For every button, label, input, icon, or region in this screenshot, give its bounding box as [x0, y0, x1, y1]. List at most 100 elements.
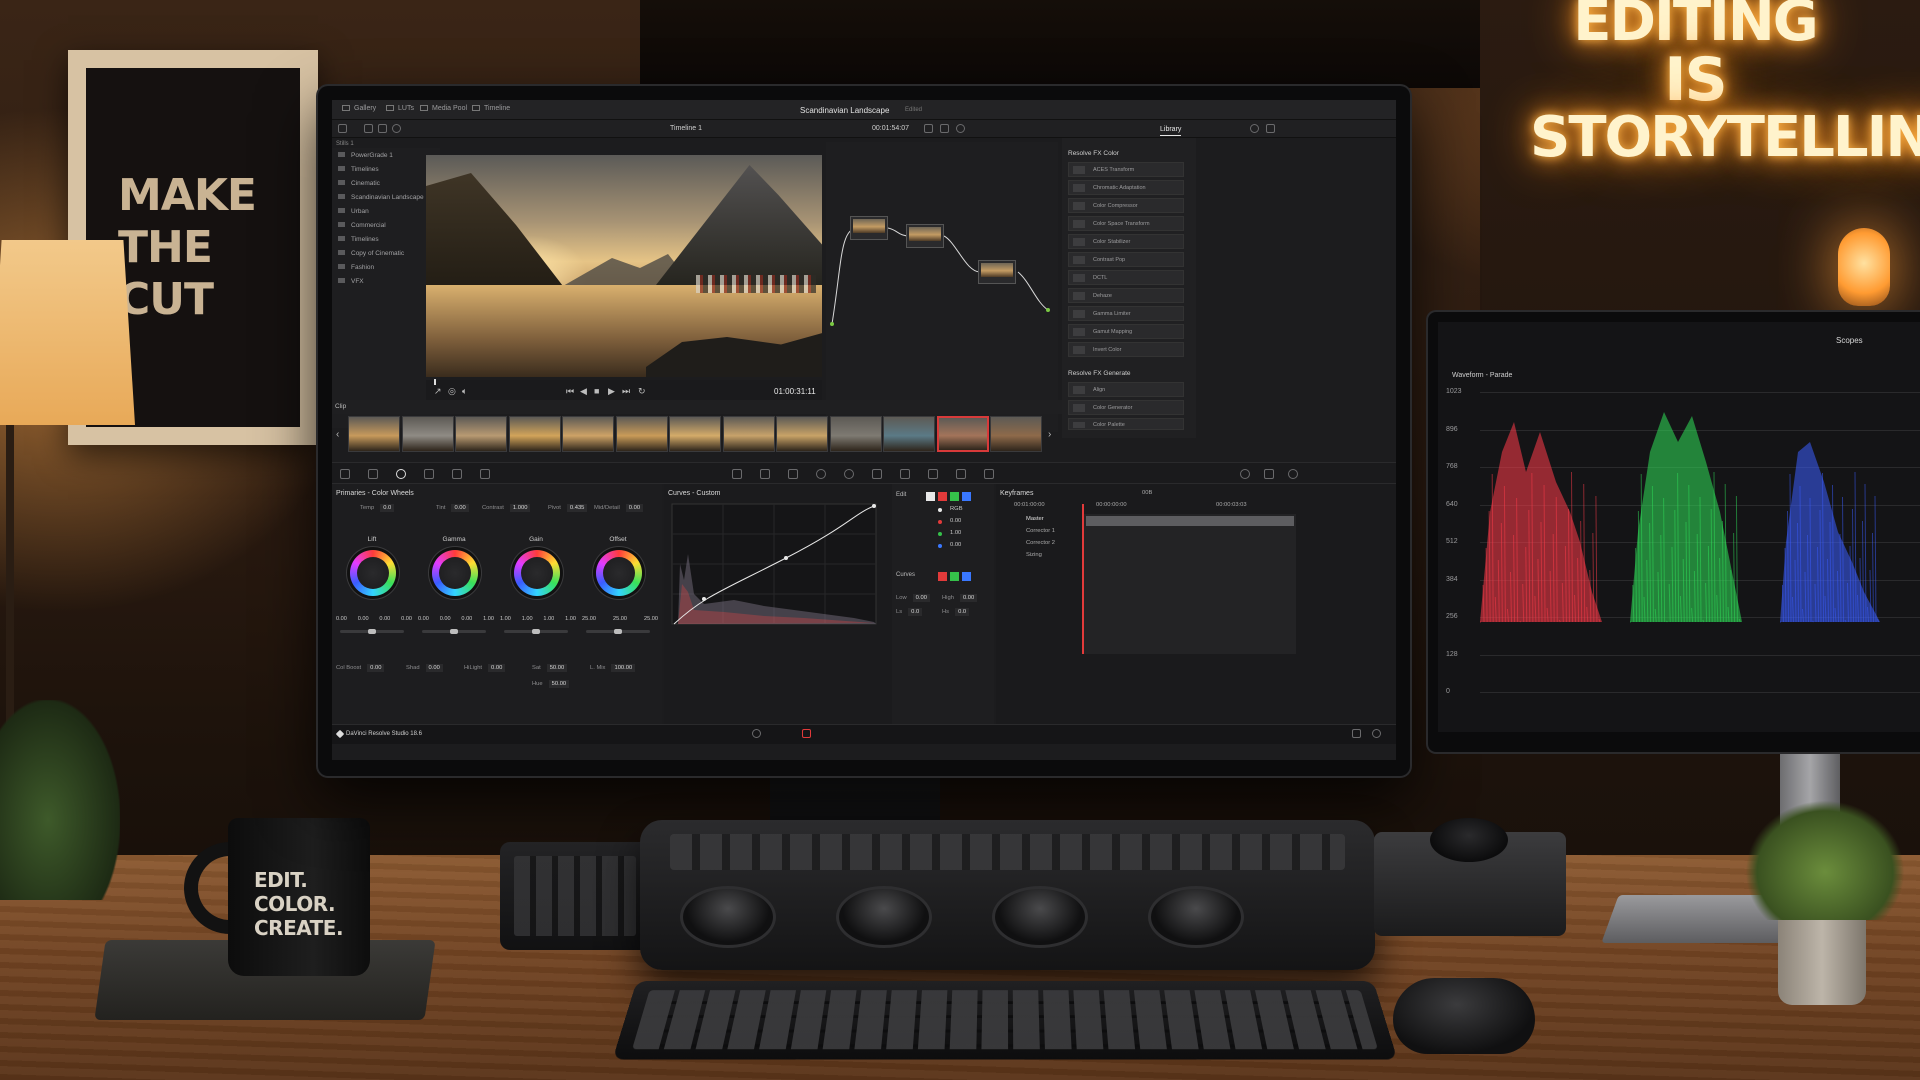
fx-item[interactable]: Align — [1068, 382, 1184, 397]
viewer-mode-icon[interactable] — [924, 124, 933, 133]
still-item[interactable]: Timelines — [338, 166, 379, 173]
clip-thumbnail[interactable] — [669, 416, 721, 452]
layout-icon[interactable] — [338, 124, 347, 133]
param-hs[interactable]: Hs 0.0 — [942, 608, 969, 616]
fx-item[interactable]: DCTL — [1068, 270, 1184, 285]
clip-thumbnail[interactable] — [348, 416, 400, 452]
param-mid-detail[interactable]: Mid/Detail 0.00 — [594, 504, 643, 512]
param-value[interactable]: 0.00 — [451, 504, 468, 512]
color-wheels-icon[interactable] — [396, 469, 406, 479]
fx-item[interactable]: Invert Color — [1068, 342, 1184, 357]
rgb-mixer-icon[interactable] — [424, 469, 434, 479]
project-settings-icon[interactable] — [1372, 729, 1381, 738]
keyframes-lane[interactable] — [1082, 514, 1296, 654]
keyframes-zoom[interactable]: 00B — [1142, 490, 1152, 496]
keyframes-playhead[interactable] — [1082, 504, 1084, 654]
clip-thumbnail[interactable] — [776, 416, 828, 452]
node-input-dot[interactable] — [830, 322, 834, 326]
param-value[interactable]: 0.00 — [426, 664, 443, 672]
softclip-red-button[interactable] — [938, 572, 947, 581]
active-page-icon[interactable] — [802, 729, 811, 738]
sizing-icon[interactable] — [956, 469, 966, 479]
channel-blue-value[interactable]: 0.00 — [950, 542, 961, 548]
color-match-icon[interactable] — [368, 469, 378, 479]
skip-forward-icon[interactable]: ⏭︎ — [622, 387, 630, 396]
param-value[interactable]: 0.0 — [380, 504, 394, 512]
tracker-icon[interactable] — [844, 469, 854, 479]
node-output-dot[interactable] — [1046, 308, 1050, 312]
param-pivot[interactable]: Pivot 0.435 — [548, 504, 587, 512]
skip-back-icon[interactable]: ⏮︎ — [566, 387, 574, 396]
param-l-mix[interactable]: L. Mix 100.00 — [590, 664, 635, 672]
still-item[interactable]: Copy of Cinematic — [338, 250, 404, 257]
param-tint[interactable]: Tint 0.00 — [436, 504, 469, 512]
clip-thumbnail[interactable] — [937, 416, 989, 452]
keyframe-row-master[interactable]: Master — [1026, 516, 1044, 522]
fx-item[interactable]: Dehaze — [1068, 288, 1184, 303]
loop-view-icon[interactable]: ◎ — [448, 387, 456, 396]
node-3[interactable] — [978, 260, 1016, 284]
wheel-value[interactable]: 0.00 — [358, 616, 369, 622]
wheel-value[interactable]: 25.00 — [613, 616, 627, 622]
keyframe-row-sizing[interactable]: Sizing — [1026, 552, 1042, 558]
param-value[interactable]: 0.00 — [626, 504, 643, 512]
clip-thumbnail[interactable] — [509, 416, 561, 452]
wheel-lift-master[interactable] — [340, 630, 404, 633]
clip-thumbnail[interactable] — [562, 416, 614, 452]
timeline-selector[interactable]: Timeline 1 — [670, 125, 702, 132]
param-temp[interactable]: Temp 0.0 — [360, 504, 394, 512]
wheel-value[interactable]: 1.00 — [500, 616, 511, 622]
clip-thumbnail[interactable] — [402, 416, 454, 452]
curves-graph[interactable] — [664, 484, 892, 724]
magic-mask-icon[interactable] — [872, 469, 882, 479]
param-value[interactable]: 0.00 — [913, 594, 930, 602]
fx-item[interactable]: Contrast Pop — [1068, 252, 1184, 267]
tab-media-pool[interactable]: Media Pool — [420, 105, 467, 112]
still-item[interactable]: PowerGrade 1 — [338, 152, 393, 159]
wheel-value[interactable]: 25.00 — [644, 616, 658, 622]
clip-thumbnail[interactable] — [990, 416, 1042, 452]
wheel-offset-master[interactable] — [586, 630, 650, 633]
split-view-icon[interactable] — [940, 124, 949, 133]
fx-item[interactable]: Gamma Limiter — [1068, 306, 1184, 321]
wheel-value[interactable]: 1.00 — [565, 616, 576, 622]
fx-item[interactable]: Color Compressor — [1068, 198, 1184, 213]
home-icon[interactable] — [1352, 729, 1361, 738]
library-section-generate[interactable]: Resolve FX Generate — [1068, 370, 1131, 377]
clip-thumbnail[interactable] — [455, 416, 507, 452]
library-options-icon[interactable] — [1266, 124, 1275, 133]
node-1[interactable] — [850, 216, 888, 240]
wheel-value[interactable]: 0.00 — [461, 616, 472, 622]
fx-item[interactable]: Color Generator — [1068, 400, 1184, 415]
clip-thumbnail[interactable] — [723, 416, 775, 452]
wheel-lift[interactable]: Lift 0.00 0.00 0.00 0.00 — [334, 536, 410, 656]
tab-gallery[interactable]: Gallery — [342, 105, 376, 112]
loop-icon[interactable]: ↻ — [638, 387, 646, 396]
wheel-value[interactable]: 1.00 — [483, 616, 494, 622]
fx-item[interactable]: ACES Transform — [1068, 162, 1184, 177]
softclip-blue-button[interactable] — [962, 572, 971, 581]
param-shad[interactable]: Shad 0.00 — [406, 664, 443, 672]
param-value[interactable]: 0.00 — [367, 664, 384, 672]
channel-link-button[interactable] — [926, 492, 935, 501]
offset-color-wheel[interactable] — [596, 550, 642, 596]
still-item[interactable]: Fashion — [338, 264, 374, 271]
clip-thumbnail[interactable] — [830, 416, 882, 452]
wheel-value[interactable]: 1.00 — [543, 616, 554, 622]
wheel-gamma-master[interactable] — [422, 630, 486, 633]
sort-icon[interactable] — [378, 124, 387, 133]
gain-color-wheel[interactable] — [514, 550, 560, 596]
param-ls[interactable]: Ls 0.0 — [896, 608, 922, 616]
param-high[interactable]: High 0.00 — [942, 594, 977, 602]
chevron-right-icon[interactable]: › — [1048, 429, 1051, 440]
clip-thumbnail[interactable] — [616, 416, 668, 452]
channel-blue-button[interactable] — [962, 492, 971, 501]
3d-icon[interactable] — [984, 469, 994, 479]
audio-icon[interactable] — [956, 124, 965, 133]
scope-mode-selector[interactable]: Waveform - Parade — [1452, 372, 1512, 379]
param-value[interactable]: 100.00 — [611, 664, 635, 672]
key-icon[interactable] — [928, 469, 938, 479]
still-item[interactable]: Commercial — [338, 222, 386, 229]
info-icon[interactable] — [1264, 469, 1274, 479]
tab-luts[interactable]: LUTs — [386, 105, 414, 112]
